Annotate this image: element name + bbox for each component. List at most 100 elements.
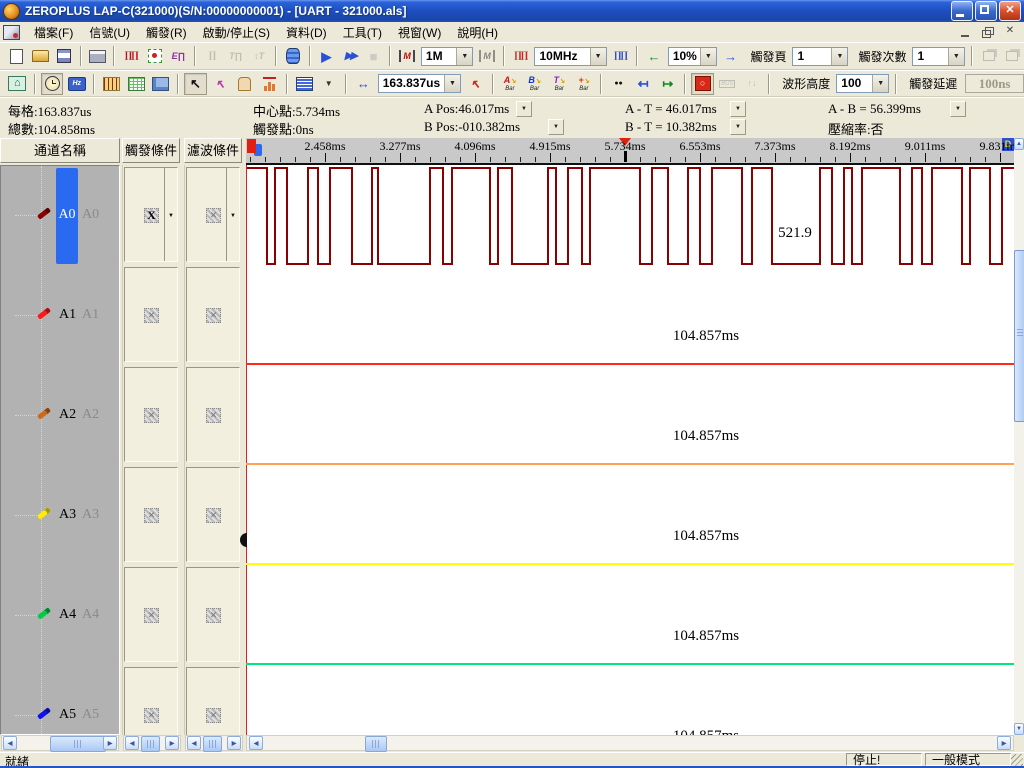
condition-dropdown[interactable]: [228, 210, 238, 222]
trigger-cell-A4[interactable]: [124, 567, 178, 662]
zoom-range-icon[interactable]: [352, 73, 375, 95]
channel-label[interactable]: A0: [56, 207, 78, 223]
channel-label[interactable]: A3: [59, 507, 76, 523]
waveform-view-button[interactable]: [100, 73, 123, 95]
trigger-mark-button[interactable]: [144, 45, 166, 67]
trigger-count-select[interactable]: 1: [912, 47, 964, 66]
scroll-up-button[interactable]: ▲: [1014, 138, 1024, 150]
channel-row-A3[interactable]: A3A3: [1, 466, 120, 566]
scroll-right-button[interactable]: ▶: [103, 736, 117, 750]
sample-rate-icon[interactable]: [510, 45, 532, 67]
b-minus-t-dropdown[interactable]: [730, 119, 746, 135]
pattern-dropdown-button[interactable]: ▼: [317, 73, 340, 95]
time-ruler[interactable]: D 2.458ms3.277ms4.096ms4.915ms5.734ms6.5…: [246, 138, 1014, 165]
plus-bar-button[interactable]: +Bar: [573, 73, 596, 95]
channel-label[interactable]: A5: [59, 707, 76, 723]
channel-row-A4[interactable]: A4A4: [1, 566, 120, 666]
channel-row-A5[interactable]: A5A5: [1, 666, 120, 735]
channel-row-A2[interactable]: A2A2: [1, 366, 120, 466]
time-display-button[interactable]: [41, 73, 64, 95]
wave-height-select-dropdown[interactable]: [872, 75, 888, 92]
waveform-hscrollbar[interactable]: ◀ ▶: [246, 735, 1014, 751]
scroll-right-button[interactable]: ▶: [997, 736, 1011, 750]
memory-depth-select[interactable]: 1M: [421, 47, 473, 66]
t-bar-button[interactable]: TBar: [548, 73, 571, 95]
vertical-scrollbar[interactable]: ▲ ▼: [1014, 138, 1024, 735]
menu-item-0[interactable]: 檔案(F): [26, 24, 81, 42]
filter-cell-A3[interactable]: [186, 467, 240, 562]
channel-row-A0[interactable]: A0A0: [1, 166, 120, 266]
filter-cell-A1[interactable]: [186, 267, 240, 362]
hscroll-thumb[interactable]: [203, 736, 222, 752]
hand-tool-button[interactable]: [233, 73, 256, 95]
next-edge-button[interactable]: ↦: [657, 73, 680, 95]
repeat-run-button[interactable]: [339, 45, 361, 67]
menu-item-7[interactable]: 說明(H): [449, 24, 506, 42]
minimize-button[interactable]: [951, 1, 973, 21]
scroll-left-button[interactable]: ◀: [187, 736, 201, 750]
mdi-restore-button[interactable]: [978, 24, 998, 41]
open-file-button[interactable]: [30, 45, 52, 67]
b-pos-dropdown[interactable]: [548, 119, 564, 135]
filter-cell-A2[interactable]: [186, 367, 240, 462]
pattern-button[interactable]: [293, 73, 316, 95]
filter-cell-A5[interactable]: [186, 667, 240, 735]
memory-depth-select-dropdown[interactable]: [456, 48, 472, 65]
condition-dropdown[interactable]: [166, 210, 176, 222]
goto-trigger-icon[interactable]: [720, 45, 742, 67]
zoom-select-dropdown[interactable]: [444, 75, 460, 92]
trigger-cell-A2[interactable]: [124, 367, 178, 462]
channel-pane-hscrollbar[interactable]: ◀ ▶: [1, 735, 119, 751]
pointer-tool-button[interactable]: ↖: [184, 73, 207, 95]
channel-label[interactable]: A2: [59, 407, 76, 423]
new-file-button[interactable]: [6, 45, 28, 67]
scroll-down-button[interactable]: ▼: [1014, 723, 1024, 735]
trigger-page-select-dropdown[interactable]: [831, 48, 847, 65]
refresh-button[interactable]: [691, 73, 714, 95]
document-icon[interactable]: [3, 25, 20, 40]
maximize-button[interactable]: [975, 1, 997, 21]
filter-cell-A4[interactable]: [186, 567, 240, 662]
trigger-position-select-dropdown[interactable]: [700, 48, 716, 65]
splitter-grip[interactable]: [240, 533, 247, 547]
run-button[interactable]: ▶: [316, 45, 338, 67]
memory-depth-icon[interactable]: [396, 45, 418, 67]
zoom-select[interactable]: 163.837us: [378, 74, 461, 93]
menu-item-3[interactable]: 啟動/停止(S): [195, 24, 278, 42]
sample-rate-select[interactable]: 10MHz: [534, 47, 606, 66]
resize-grip[interactable]: [1011, 754, 1023, 766]
navigator-button[interactable]: [149, 73, 172, 95]
channel-label[interactable]: A1: [59, 307, 76, 323]
waveform-area[interactable]: 521.9104.857ms104.857ms104.857ms104.857m…: [246, 165, 1014, 735]
a-minus-b-dropdown[interactable]: [950, 101, 966, 117]
scroll-right-button[interactable]: ▶: [227, 736, 241, 750]
home-button[interactable]: [6, 73, 29, 95]
menu-item-5[interactable]: 工具(T): [335, 24, 390, 42]
sample-rate-select-dropdown[interactable]: [590, 48, 606, 65]
trigger-page-select[interactable]: 1: [792, 47, 848, 66]
select-tool-button[interactable]: [209, 73, 232, 95]
menu-item-2[interactable]: 觸發(R): [138, 24, 195, 42]
channel-row-A1[interactable]: A1A1: [1, 266, 120, 366]
wave-height-select[interactable]: 100: [836, 74, 889, 93]
hscroll-thumb[interactable]: [141, 736, 160, 752]
menu-item-4[interactable]: 資料(D): [278, 24, 335, 42]
scroll-right-button[interactable]: ▶: [165, 736, 179, 750]
a-bar-button[interactable]: ABar: [499, 73, 522, 95]
a-pos-dropdown[interactable]: [516, 101, 532, 117]
trigger-count-select-dropdown[interactable]: [948, 48, 964, 65]
sampling-setup-button[interactable]: [120, 45, 142, 67]
trigger-cell-A5[interactable]: [124, 667, 178, 735]
statistics-button[interactable]: [258, 73, 281, 95]
a-minus-t-dropdown[interactable]: [730, 101, 746, 117]
bus-trigger-button[interactable]: [168, 45, 190, 67]
prev-edge-button[interactable]: ↤: [632, 73, 655, 95]
hscroll-thumb[interactable]: [365, 736, 387, 752]
trigger-position-select[interactable]: 10%: [668, 47, 717, 66]
start-marker-icon[interactable]: [247, 139, 263, 157]
scroll-left-button[interactable]: ◀: [249, 736, 263, 750]
print-button[interactable]: [87, 45, 109, 67]
mdi-minimize-button[interactable]: [956, 24, 976, 41]
frequency-display-button[interactable]: [65, 73, 88, 95]
filter-cell-A0[interactable]: [186, 167, 240, 262]
